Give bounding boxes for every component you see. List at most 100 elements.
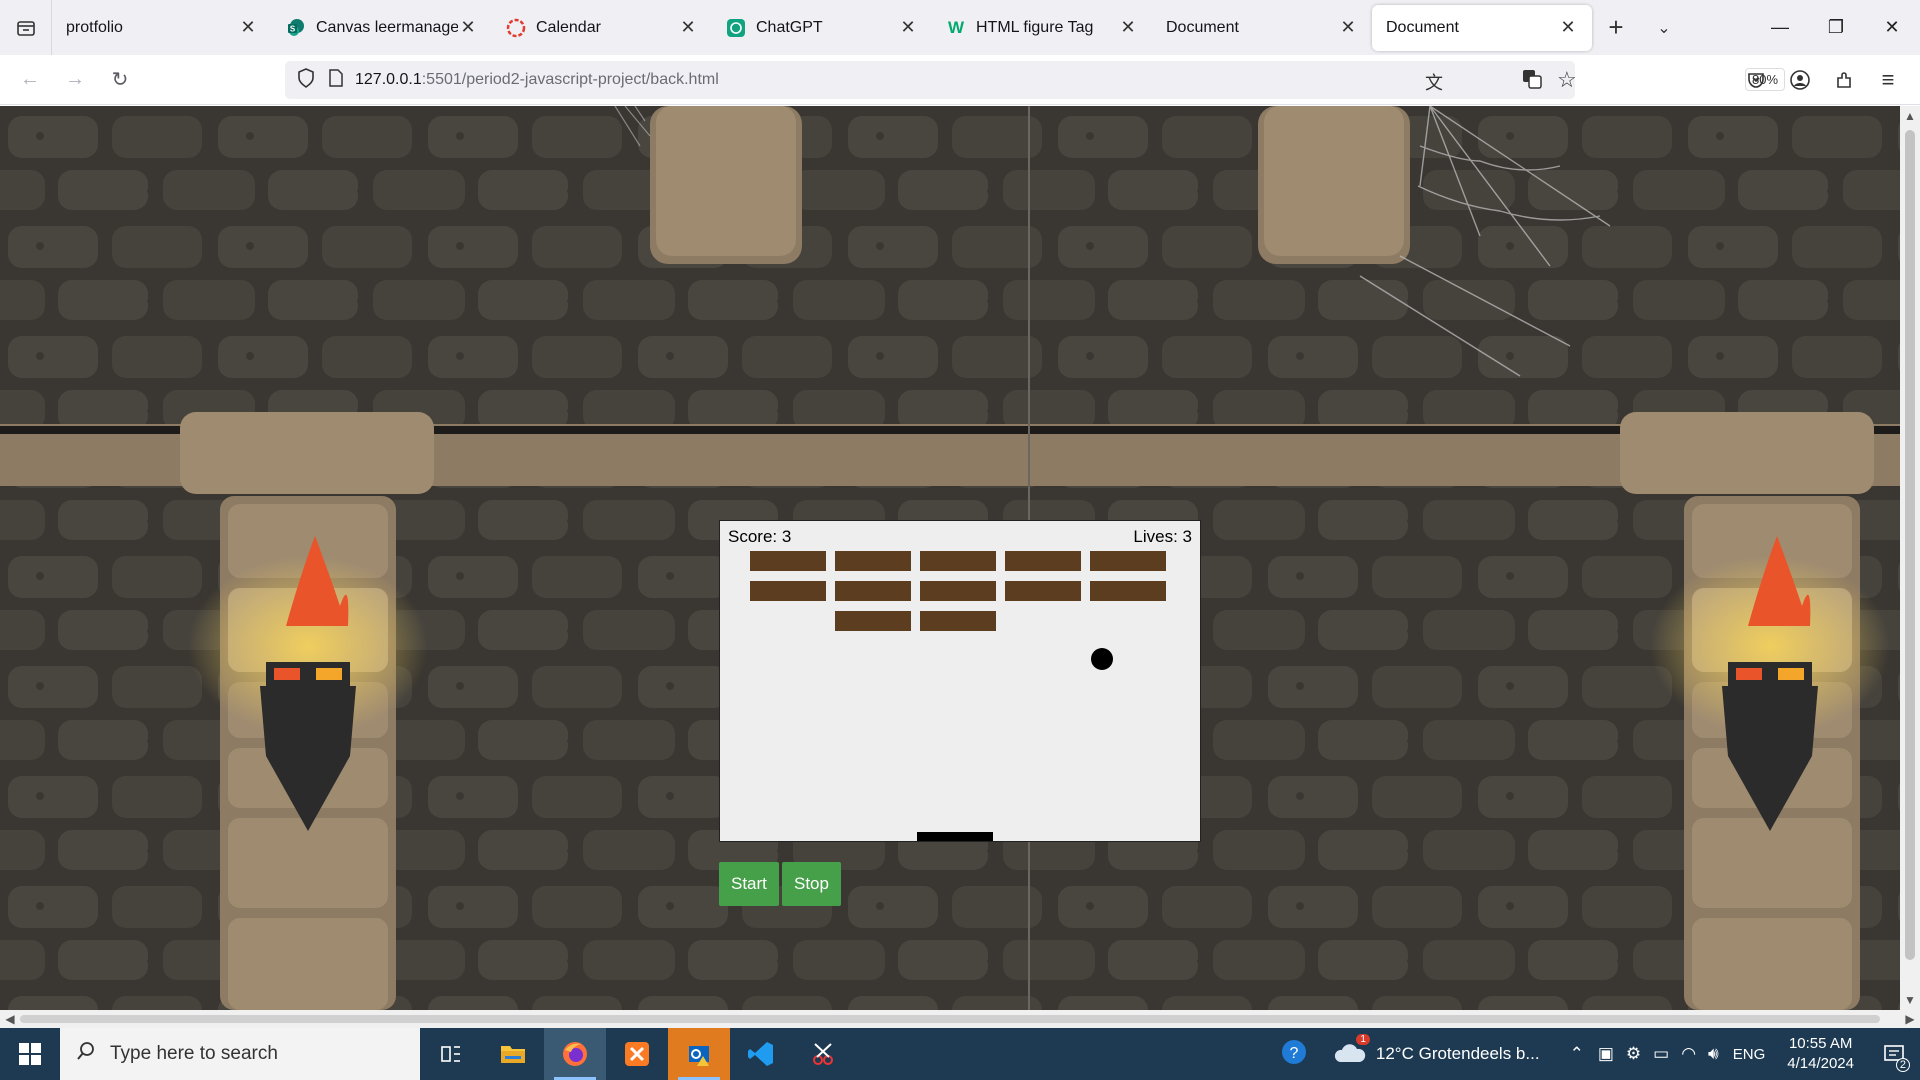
vertical-scrollbar[interactable]: ▲ ▼ bbox=[1900, 106, 1920, 1010]
url-text[interactable]: 127.0.0.1:5501/period2-javascript-projec… bbox=[355, 71, 719, 89]
scroll-right-icon[interactable]: ▶ bbox=[1900, 1010, 1920, 1028]
horizontal-scrollbar[interactable]: ◀ ▶ bbox=[0, 1010, 1920, 1028]
brick bbox=[1090, 581, 1166, 601]
reload-icon[interactable]: ↻ bbox=[101, 61, 139, 99]
close-tab-icon[interactable]: ✕ bbox=[678, 17, 698, 38]
tab-title: protfolio bbox=[66, 18, 123, 36]
tab-calendar[interactable]: Calendar ✕ bbox=[492, 5, 712, 51]
close-tab-icon[interactable]: ✕ bbox=[1338, 17, 1358, 38]
paddle[interactable] bbox=[917, 832, 993, 841]
close-tab-icon[interactable]: ✕ bbox=[238, 17, 258, 38]
close-window-icon[interactable]: ✕ bbox=[1864, 0, 1920, 55]
tab-title: ChatGPT bbox=[756, 18, 823, 36]
meet-icon[interactable]: ▣ bbox=[1598, 1044, 1614, 1064]
chevron-down-icon[interactable]: ⌄ bbox=[1640, 18, 1688, 38]
stop-button[interactable]: Stop bbox=[782, 862, 841, 906]
lives-label: Lives: 3 bbox=[1133, 527, 1192, 546]
chatgpt-icon bbox=[726, 18, 746, 38]
brick bbox=[920, 611, 996, 631]
scroll-left-icon[interactable]: ◀ bbox=[0, 1010, 20, 1028]
taskbar-search[interactable]: Type here to search bbox=[60, 1028, 420, 1080]
close-tab-icon[interactable]: ✕ bbox=[898, 17, 918, 38]
restore-icon[interactable]: ❐ bbox=[1808, 0, 1864, 55]
system-tray: ? 1 12°C Grotendeels b... ⌃ ▣ ⚙ ▭ ◠ 🔊︎ E… bbox=[1280, 1028, 1920, 1080]
new-tab-icon[interactable]: + bbox=[1592, 12, 1640, 43]
vscode-icon[interactable] bbox=[730, 1028, 792, 1080]
sharepoint-icon: S bbox=[286, 18, 306, 38]
tab-canvas[interactable]: S Canvas leermanagem ✕ bbox=[272, 5, 492, 51]
brick bbox=[835, 611, 911, 631]
search-icon bbox=[76, 1041, 96, 1067]
close-tab-icon[interactable]: ✕ bbox=[458, 17, 478, 38]
weather-widget[interactable]: 1 12°C Grotendeels b... bbox=[1334, 1033, 1540, 1069]
close-tab-icon[interactable]: ✕ bbox=[1118, 17, 1138, 38]
xampp-icon[interactable] bbox=[606, 1028, 668, 1080]
windows-start-icon[interactable] bbox=[0, 1028, 60, 1080]
game-canvas[interactable]: Score: 3 Lives: 3 bbox=[719, 520, 1201, 842]
tab-chatgpt[interactable]: ChatGPT ✕ bbox=[712, 5, 932, 51]
brick bbox=[920, 581, 996, 601]
cloud-icon: 1 bbox=[1334, 1033, 1370, 1069]
firefox-icon[interactable] bbox=[544, 1028, 606, 1080]
clock-date: 4/14/2024 bbox=[1787, 1055, 1854, 1072]
notifications-icon[interactable]: 2 bbox=[1874, 1028, 1914, 1080]
volume-icon[interactable]: 🔊︎ bbox=[1708, 1044, 1719, 1064]
network-icon[interactable]: ◠ bbox=[1681, 1044, 1696, 1064]
help-icon[interactable]: ? bbox=[1280, 1038, 1308, 1071]
file-explorer-icon[interactable] bbox=[482, 1028, 544, 1080]
tab-list-icon[interactable] bbox=[0, 0, 52, 55]
pocket-icon[interactable] bbox=[1734, 61, 1778, 99]
navigation-bar: ← → ↻ 127.0.0.1:5501/period2-javascript-… bbox=[0, 55, 1920, 105]
scroll-thumb[interactable] bbox=[1905, 130, 1915, 960]
snipping-tool-icon[interactable] bbox=[792, 1028, 854, 1080]
svg-text:?: ? bbox=[1289, 1045, 1298, 1062]
search-placeholder: Type here to search bbox=[110, 1043, 278, 1064]
outlook-icon[interactable] bbox=[668, 1028, 730, 1080]
brick bbox=[750, 551, 826, 571]
account-icon[interactable] bbox=[1778, 61, 1822, 99]
brick bbox=[835, 551, 911, 571]
translate-icon[interactable]: 文 bbox=[1425, 69, 1443, 95]
tab-document-active[interactable]: Document ✕ bbox=[1372, 4, 1592, 51]
wifi-settings-icon[interactable]: ⚙ bbox=[1626, 1044, 1641, 1064]
scroll-down-icon[interactable]: ▼ bbox=[1900, 990, 1920, 1010]
bookmark-star-icon[interactable]: ☆ bbox=[1557, 67, 1577, 93]
minimize-icon[interactable]: — bbox=[1752, 0, 1808, 55]
chevron-up-icon[interactable]: ⌃ bbox=[1570, 1044, 1584, 1064]
scroll-thumb[interactable] bbox=[20, 1015, 1880, 1023]
calendar-icon bbox=[506, 18, 526, 38]
tab-title: Canvas leermanagem bbox=[316, 18, 458, 36]
battery-icon[interactable]: ▭ bbox=[1653, 1044, 1669, 1064]
extensions-icon[interactable] bbox=[1822, 61, 1866, 99]
page-icon bbox=[329, 68, 343, 92]
brick bbox=[1090, 551, 1166, 571]
menu-icon[interactable]: ≡ bbox=[1866, 61, 1910, 99]
back-icon[interactable]: ← bbox=[11, 61, 49, 99]
url-host: 127.0.0.1 bbox=[355, 71, 422, 88]
start-button[interactable]: Start bbox=[719, 862, 779, 906]
svg-text:S: S bbox=[290, 24, 296, 33]
score-label: Score: 3 bbox=[728, 527, 792, 546]
close-tab-icon[interactable]: ✕ bbox=[1558, 17, 1578, 38]
translate-page-icon[interactable] bbox=[1521, 68, 1543, 95]
windows-taskbar: Type here to search ? 1 12°C Grotendeels… bbox=[0, 1028, 1920, 1080]
tab-protfolio[interactable]: protfolio ✕ bbox=[52, 5, 272, 51]
task-view-icon[interactable] bbox=[420, 1028, 482, 1080]
tab-title: HTML figure Tag bbox=[976, 18, 1094, 36]
tab-title: Document bbox=[1166, 18, 1239, 36]
url-path: :5501/period2-javascript-project/back.ht… bbox=[421, 71, 719, 88]
toolbar-icons: ≡ bbox=[1734, 61, 1910, 99]
weather-badge: 1 bbox=[1356, 1033, 1370, 1045]
tab-document[interactable]: Document ✕ bbox=[1152, 5, 1372, 51]
tab-title: Document bbox=[1386, 18, 1459, 36]
clock-time: 10:55 AM bbox=[1788, 1035, 1853, 1052]
window-controls: — ❐ ✕ bbox=[1752, 0, 1920, 55]
scroll-up-icon[interactable]: ▲ bbox=[1900, 106, 1920, 126]
forward-icon[interactable]: → bbox=[56, 61, 94, 99]
clock[interactable]: 10:55 AM 4/14/2024 bbox=[1787, 1034, 1854, 1074]
url-bar[interactable]: 127.0.0.1:5501/period2-javascript-projec… bbox=[285, 61, 1786, 99]
brick bbox=[1005, 581, 1081, 601]
tab-html-figure[interactable]: W HTML figure Tag ✕ bbox=[932, 5, 1152, 51]
shield-icon[interactable] bbox=[297, 67, 315, 93]
language-indicator[interactable]: ENG bbox=[1733, 1046, 1766, 1063]
